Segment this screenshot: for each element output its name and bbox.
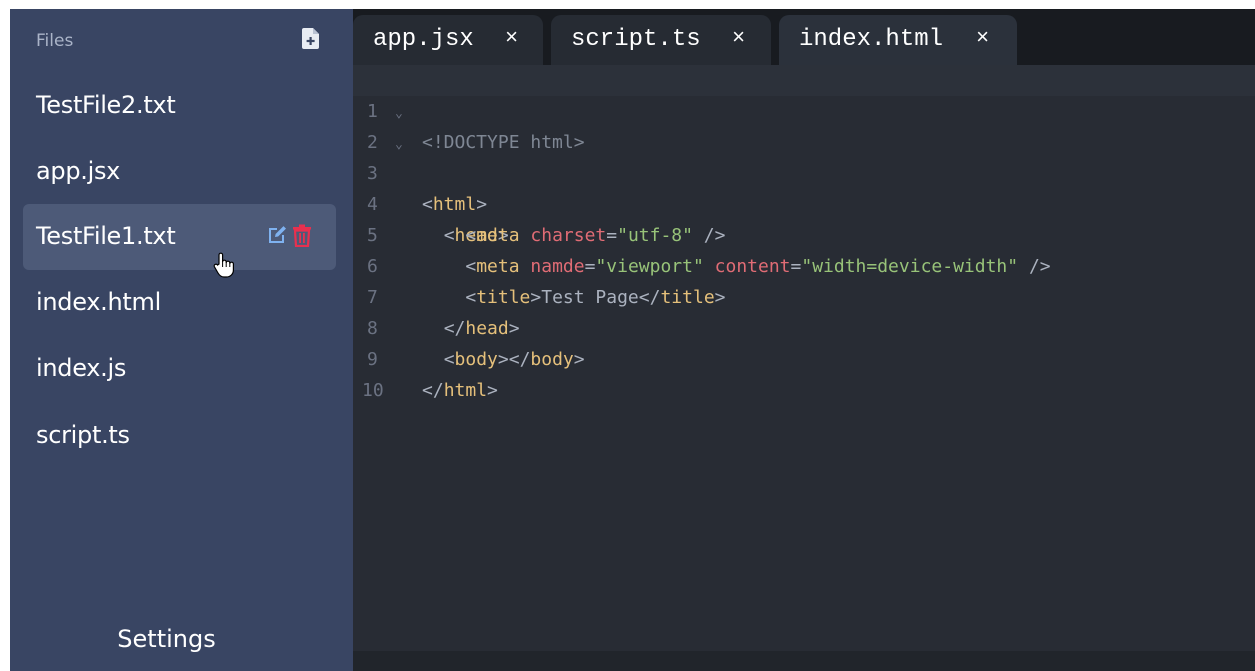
file-item[interactable]: index.html: [23, 270, 336, 336]
file-item[interactable]: script.ts: [23, 403, 336, 469]
fold-chevron-icon[interactable]: ⌄: [395, 98, 403, 129]
tab-app-jsx[interactable]: app.jsx ×: [353, 15, 543, 65]
file-name: app.jsx: [36, 157, 121, 185]
close-icon[interactable]: ×: [505, 26, 518, 51]
code-line: 7 </head>: [353, 251, 1255, 339]
files-title: Files: [36, 31, 74, 51]
punctuation: >: [487, 380, 498, 401]
tag-token: html: [443, 380, 488, 401]
code-line: 5 <meta namde="viewport" content="width=…: [353, 189, 1255, 277]
editor-pane: app.jsx × script.ts × index.html × 1 <!D…: [353, 9, 1255, 671]
file-item[interactable]: TestFile2.txt: [23, 73, 336, 139]
code-line: 1 <!DOCTYPE html>: [353, 65, 1255, 153]
file-name: TestFile2.txt: [36, 91, 176, 119]
file-name: script.ts: [36, 421, 130, 449]
code-line: 9 </html>: [353, 313, 1255, 401]
file-plus-icon[interactable]: [302, 28, 319, 49]
code-line: 4 <meta charset="utf-8" />: [353, 158, 1255, 246]
close-icon[interactable]: ×: [732, 26, 745, 51]
tab-label: script.ts: [571, 26, 701, 53]
code-line: 3 ⌄ <head>: [353, 127, 1255, 246]
code-editor-app: Files TestFile2.txt app.jsx TestFile1.tx…: [10, 9, 1255, 671]
file-item[interactable]: app.jsx: [23, 139, 336, 205]
trash-icon[interactable]: [292, 224, 312, 247]
code-line: 10: [353, 344, 1255, 401]
file-item-hovered[interactable]: TestFile1.txt: [23, 204, 336, 270]
tab-label: index.html: [799, 26, 944, 53]
settings-label: Settings: [117, 625, 216, 653]
file-sidebar: Files TestFile2.txt app.jsx TestFile1.tx…: [10, 9, 353, 671]
code-area[interactable]: 1 <!DOCTYPE html> 2 ⌄ <html> 3 ⌄ <head> …: [353, 65, 1255, 651]
code-line: 2 ⌄ <html>: [353, 96, 1255, 215]
tab-index-html[interactable]: index.html ×: [779, 15, 1017, 65]
code-line: 6 <title>Test Page</title>: [353, 220, 1255, 308]
file-item[interactable]: index.js: [23, 336, 336, 402]
close-icon[interactable]: ×: [976, 26, 989, 51]
file-name: index.html: [36, 288, 161, 316]
hand-pointer-cursor-icon: [213, 252, 234, 278]
fold-chevron-icon[interactable]: ⌄: [395, 129, 403, 160]
tab-bar: app.jsx × script.ts × index.html ×: [353, 9, 1255, 65]
file-name: index.js: [36, 354, 127, 382]
tab-script-ts[interactable]: script.ts ×: [551, 15, 771, 65]
edit-icon[interactable]: [266, 224, 288, 246]
file-name: TestFile1.txt: [36, 222, 176, 250]
line-number: 10: [362, 380, 384, 401]
settings-button[interactable]: Settings: [10, 609, 323, 669]
tab-label: app.jsx: [373, 26, 474, 53]
status-bar: [353, 651, 1255, 671]
code-line: 8 <body></body>: [353, 282, 1255, 370]
sidebar-header: Files: [10, 9, 353, 73]
